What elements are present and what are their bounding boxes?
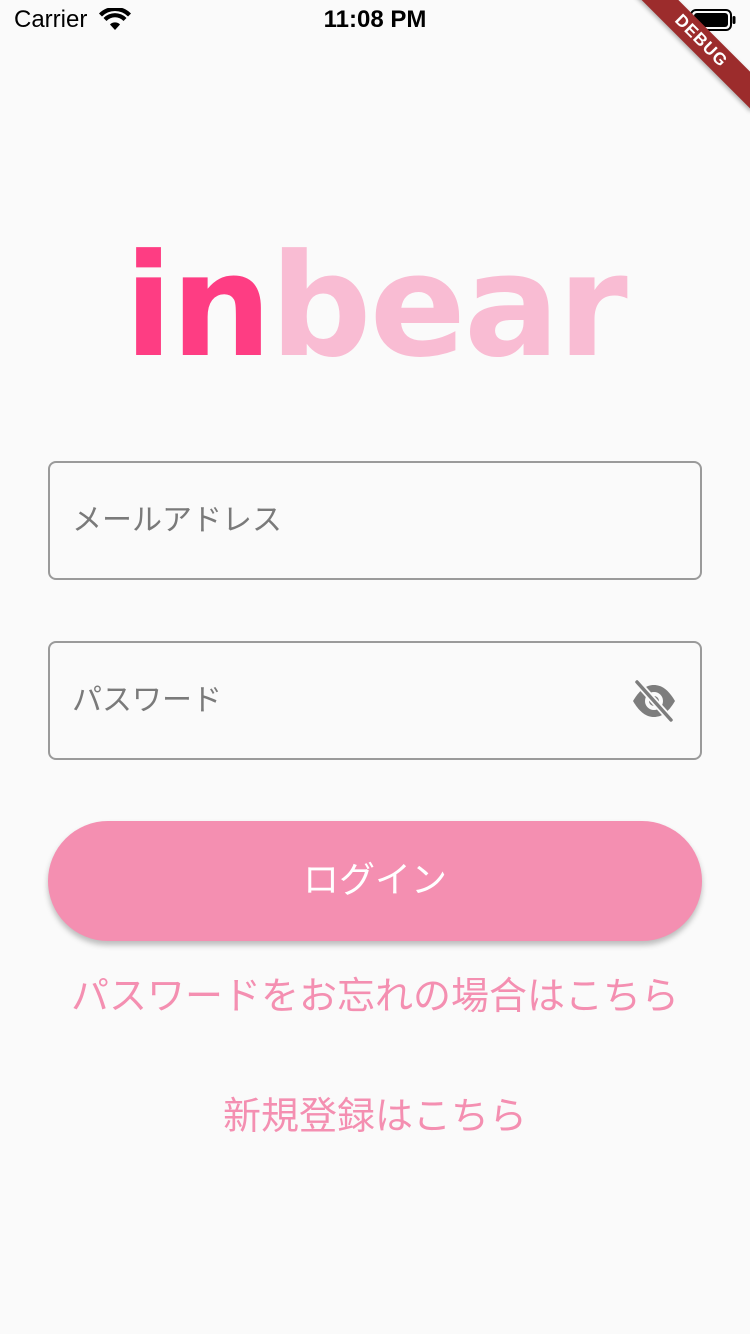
email-field[interactable]: [48, 461, 702, 580]
status-time: 11:08 PM: [323, 6, 427, 33]
logo-part-in: in: [124, 224, 272, 389]
register-link[interactable]: 新規登録はこちら: [0, 1092, 750, 1140]
password-input[interactable]: [72, 643, 612, 758]
password-field[interactable]: [48, 641, 702, 760]
app-logo: inbear: [0, 232, 750, 382]
login-button[interactable]: ログイン: [48, 821, 702, 941]
status-bar: Carrier 11:08 PM: [0, 0, 750, 40]
eye-off-icon[interactable]: [630, 679, 678, 723]
email-input[interactable]: [72, 463, 612, 578]
forgot-password-link[interactable]: パスワードをお忘れの場合はこちら: [0, 972, 750, 1020]
logo-part-bear: bear: [269, 224, 628, 389]
